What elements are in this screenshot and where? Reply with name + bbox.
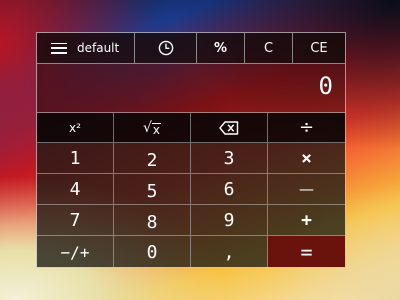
digit-9-button[interactable]: 9	[191, 205, 268, 236]
negate-button[interactable]: −/+	[37, 236, 114, 267]
digit-6-button[interactable]: 6	[191, 174, 268, 205]
digit-8-button[interactable]: 8	[114, 205, 191, 236]
equals-button[interactable]: =	[268, 236, 345, 267]
add-button[interactable]: +	[268, 205, 345, 236]
digit-5-button[interactable]: 5	[114, 174, 191, 205]
calculator-window: default % C CE 0 x² √ x ÷ 1 2 3 × 4 5 6 …	[36, 32, 346, 268]
backspace-icon	[219, 120, 239, 135]
multiply-button[interactable]: ×	[268, 143, 345, 174]
digit-7-button[interactable]: 7	[37, 205, 114, 236]
clear-entry-button[interactable]: CE	[293, 33, 345, 63]
keypad: x² √ x ÷ 1 2 3 × 4 5 6 — 7 8 9 + −/+ 0 ,…	[37, 113, 345, 267]
digit-0-button[interactable]: 0	[114, 236, 191, 267]
mode-menu-button[interactable]: default	[37, 33, 135, 63]
clock-icon	[158, 40, 173, 56]
result-display: 0	[37, 64, 345, 113]
mode-label: default	[77, 41, 120, 55]
decimal-button[interactable]: ,	[191, 236, 268, 267]
square-root-button[interactable]: √ x	[114, 113, 191, 143]
clear-button[interactable]: C	[245, 33, 293, 63]
square-button[interactable]: x²	[37, 113, 114, 143]
square-root-label: x	[151, 122, 162, 137]
digit-2-button[interactable]: 2	[114, 143, 191, 174]
backspace-button[interactable]	[191, 113, 268, 143]
percent-button[interactable]: %	[197, 33, 245, 63]
display-value: 0	[318, 72, 333, 100]
divide-button[interactable]: ÷	[268, 113, 345, 143]
calculator-toolbar: default % C CE	[37, 33, 345, 64]
digit-1-button[interactable]: 1	[37, 143, 114, 174]
digit-4-button[interactable]: 4	[37, 174, 114, 205]
subtract-button[interactable]: —	[268, 174, 345, 205]
history-button[interactable]	[135, 33, 197, 63]
hamburger-icon	[51, 42, 67, 54]
square-root-icon: √ x	[142, 119, 162, 137]
digit-3-button[interactable]: 3	[191, 143, 268, 174]
